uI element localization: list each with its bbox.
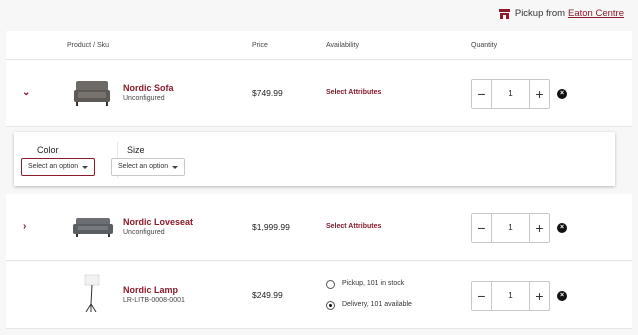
- product-price: $249.99: [252, 290, 283, 300]
- size-label: Size: [127, 145, 145, 155]
- table-row: › Nordic Loveseat Unconfigured $1,999.99…: [6, 194, 632, 261]
- product-sku: Unconfigured: [123, 95, 165, 102]
- remove-item-icon[interactable]: ×: [557, 223, 567, 233]
- color-select-value: Select an option: [28, 163, 79, 170]
- product-price: $1,999.99: [252, 222, 290, 232]
- increase-quantity-button[interactable]: +: [529, 80, 549, 108]
- product-name[interactable]: Nordic Lamp: [123, 285, 178, 295]
- chevron-down-icon[interactable]: ⌄: [22, 87, 30, 98]
- decrease-quantity-button[interactable]: −: [472, 80, 492, 108]
- header-quantity: Quantity: [471, 42, 498, 49]
- quantity-stepper: − 1 +: [471, 281, 550, 311]
- header-price: Price: [252, 42, 268, 49]
- caret-down-icon: [172, 166, 178, 169]
- pickup-radio[interactable]: [326, 280, 335, 289]
- store-link[interactable]: Eaton Centre: [568, 8, 624, 19]
- quantity-value[interactable]: 1: [492, 214, 529, 242]
- delivery-radio[interactable]: [326, 301, 335, 310]
- increase-quantity-button[interactable]: +: [529, 282, 549, 310]
- attribute-panel: Color Select an option Size Select an op…: [14, 132, 615, 186]
- quantity-value[interactable]: 1: [492, 282, 529, 310]
- remove-item-icon[interactable]: ×: [557, 291, 567, 301]
- select-attributes-link[interactable]: Select Attributes: [326, 223, 381, 230]
- quantity-value[interactable]: 1: [492, 80, 529, 108]
- size-select[interactable]: Select an option: [111, 158, 185, 176]
- product-name[interactable]: Nordic Sofa: [123, 83, 174, 93]
- product-price: $749.99: [252, 88, 283, 98]
- table-row: Nordic Lamp LR-LITB-0008-0001 $249.99 Pi…: [6, 262, 632, 329]
- header-product: Product / Sku: [67, 42, 110, 49]
- caret-down-icon: [82, 166, 88, 169]
- select-attributes-link[interactable]: Select Attributes: [326, 89, 381, 96]
- color-label: Color: [37, 145, 59, 155]
- pickup-location: Pickup from Eaton Centre: [498, 8, 624, 19]
- decrease-quantity-button[interactable]: −: [472, 282, 492, 310]
- decrease-quantity-button[interactable]: −: [472, 214, 492, 242]
- product-name[interactable]: Nordic Loveseat: [123, 217, 193, 227]
- table-row: ⌄ Nordic Sofa Unconfigured $749.99 Selec…: [6, 60, 632, 127]
- sofa-image: [74, 81, 110, 106]
- color-select[interactable]: Select an option: [21, 158, 95, 176]
- lamp-image: [84, 274, 100, 313]
- quantity-stepper: − 1 +: [471, 213, 550, 243]
- store-icon: [498, 8, 510, 19]
- remove-item-icon[interactable]: ×: [557, 89, 567, 99]
- pickup-option-label: Pickup, 101 in stock: [342, 280, 405, 287]
- increase-quantity-button[interactable]: +: [529, 214, 549, 242]
- size-select-value: Select an option: [118, 163, 169, 170]
- chevron-right-icon[interactable]: ›: [23, 221, 26, 232]
- pickup-label: Pickup from: [514, 8, 566, 19]
- delivery-option-label: Delivery, 101 available: [342, 301, 412, 308]
- quantity-stepper: − 1 +: [471, 79, 550, 109]
- table-header: Product / Sku Price Availability Quantit…: [6, 31, 632, 60]
- header-availability: Availability: [326, 42, 359, 49]
- product-sku: Unconfigured: [123, 229, 165, 236]
- product-sku: LR-LITB-0008-0001: [123, 297, 185, 304]
- loveseat-image: [73, 218, 113, 237]
